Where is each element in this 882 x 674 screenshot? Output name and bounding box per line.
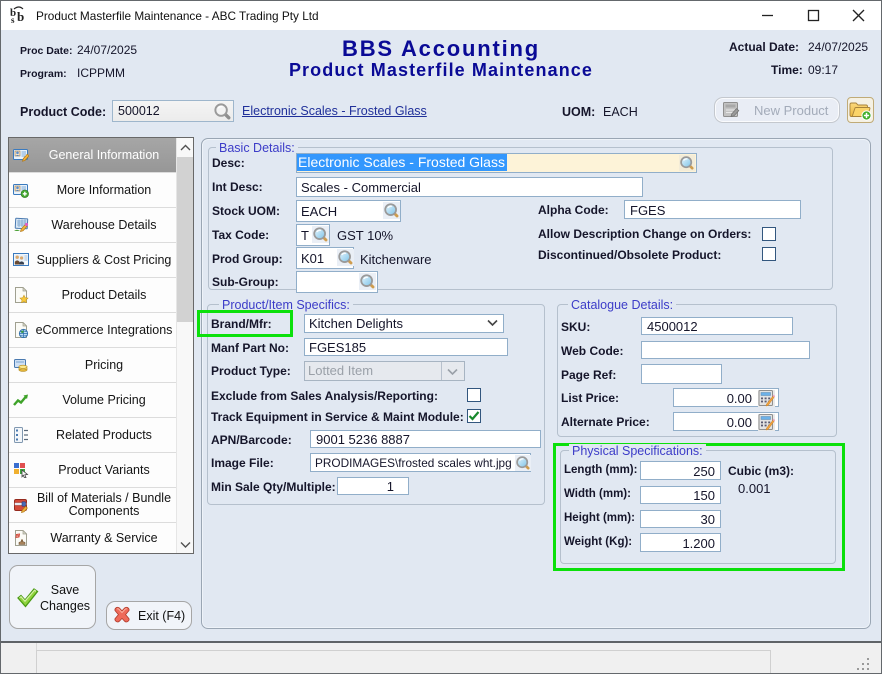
svg-text:s: s bbox=[11, 15, 15, 25]
svg-text:b: b bbox=[17, 9, 24, 24]
